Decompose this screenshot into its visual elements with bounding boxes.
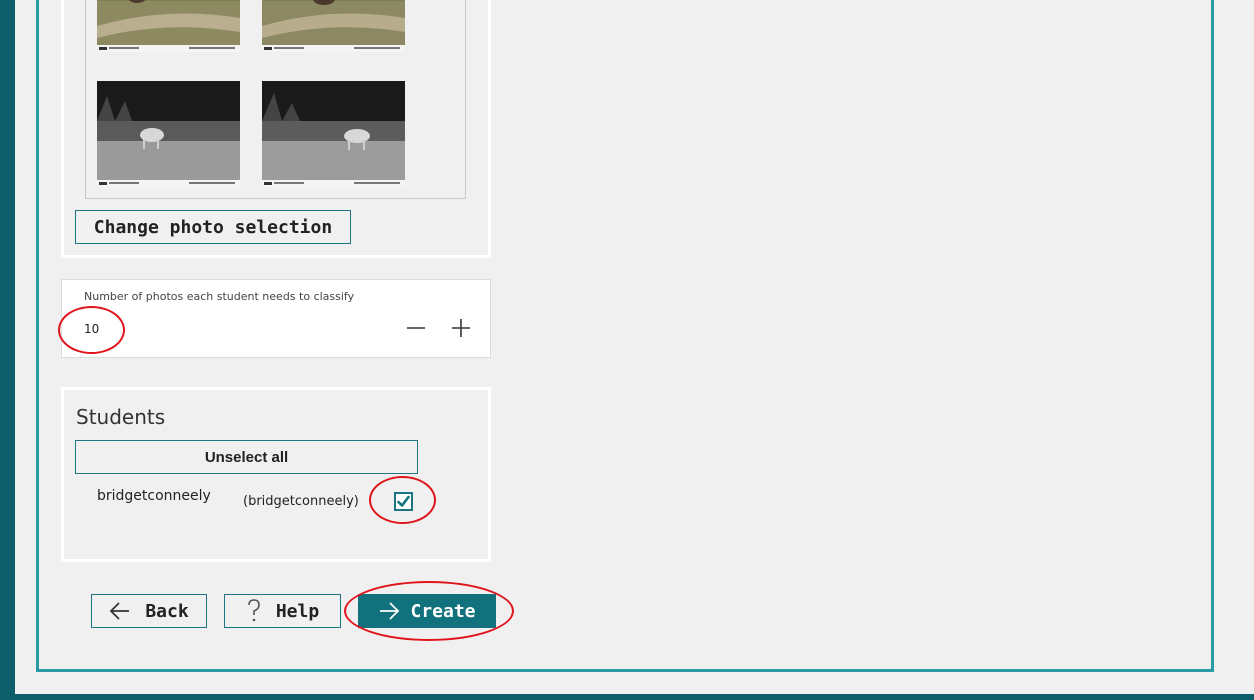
- checkmark-icon: [397, 495, 410, 507]
- photo-count-panel: Number of photos each student needs to c…: [61, 279, 491, 358]
- decrement-button[interactable]: [398, 310, 434, 346]
- photo-grid: [85, 0, 466, 199]
- wildlife-photo-image: [97, 0, 240, 52]
- students-panel: Students Unselect all bridgetconneely (b…: [61, 387, 491, 562]
- photo-thumbnail-night[interactable]: [97, 81, 240, 187]
- create-button[interactable]: Create: [358, 594, 496, 628]
- wildlife-photo-image: [97, 81, 240, 187]
- back-label: Back: [145, 600, 189, 622]
- student-name: bridgetconneely: [97, 488, 211, 504]
- photo-thumbnail-day[interactable]: [262, 0, 405, 52]
- photo-count-label: Number of photos each student needs to c…: [84, 290, 355, 303]
- arrow-right-icon: [380, 602, 400, 620]
- wildlife-photo-image: [262, 0, 405, 52]
- photo-thumbnail-night[interactable]: [262, 81, 405, 187]
- unselect-all-button[interactable]: Unselect all: [75, 440, 418, 474]
- photo-thumbnail-day[interactable]: [97, 0, 240, 52]
- wildlife-photo-image: [262, 81, 405, 187]
- increment-button[interactable]: [443, 310, 479, 346]
- change-photo-selection-label: Change photo selection: [93, 216, 333, 238]
- student-username: (bridgetconneely): [243, 494, 359, 509]
- students-heading: Students: [76, 405, 166, 429]
- minus-icon: [407, 327, 425, 329]
- question-mark-icon: [248, 599, 260, 622]
- arrow-left-icon: [110, 602, 130, 620]
- plus-icon: [452, 319, 470, 337]
- change-photo-selection-button[interactable]: Change photo selection: [75, 210, 351, 244]
- create-label: Create: [410, 600, 476, 622]
- help-button[interactable]: Help: [224, 594, 341, 628]
- photo-count-value[interactable]: 10: [84, 322, 99, 336]
- unselect-all-label: Unselect all: [204, 448, 289, 466]
- student-checkbox[interactable]: [394, 492, 413, 511]
- back-button[interactable]: Back: [91, 594, 207, 628]
- help-label: Help: [275, 600, 320, 622]
